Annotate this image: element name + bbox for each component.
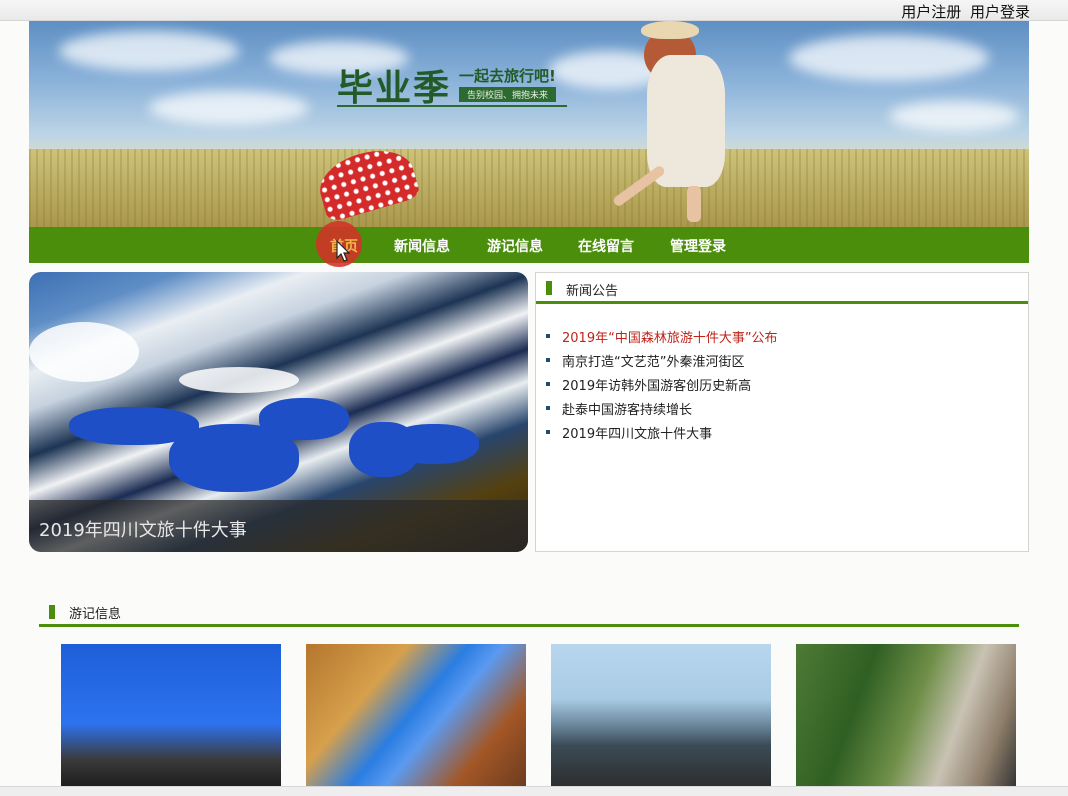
nav-item-message[interactable]: 在线留言 — [578, 236, 634, 256]
girl-leg — [687, 186, 701, 222]
banner-cloud — [789, 35, 989, 81]
news-panel: 新闻公告 2019年“中国森林旅游十件大事”公布 南京打造“文艺范”外秦淮河街区… — [535, 272, 1029, 552]
logo-main-text: 毕业季 — [337, 67, 452, 109]
travel-thumbnail[interactable] — [61, 644, 281, 789]
hero-slideshow[interactable]: 2019年四川文旅十件大事 — [29, 272, 528, 552]
travel-thumbnail[interactable] — [551, 644, 771, 789]
travel-thumbnail[interactable] — [306, 644, 526, 789]
news-item[interactable]: 2019年四川文旅十件大事 — [546, 423, 778, 447]
logo-tagline: 告别校园、拥抱未来 — [459, 87, 557, 102]
news-list: 2019年“中国森林旅游十件大事”公布 南京打造“文艺范”外秦淮河街区 2019… — [546, 327, 778, 447]
nav-item-admin-login[interactable]: 管理登录 — [670, 236, 726, 256]
hero-lake — [259, 398, 349, 440]
nav-item-news[interactable]: 新闻信息 — [394, 236, 450, 256]
banner-logo: 毕业季 一起去旅行吧! 告别校园、拥抱未来 — [337, 59, 587, 119]
logo-sub-text: 一起去旅行吧! — [459, 67, 556, 85]
news-panel-title: 新闻公告 — [566, 284, 619, 299]
login-link[interactable]: 用户登录 — [970, 3, 1030, 21]
news-item[interactable]: 赴泰中国游客持续增长 — [546, 399, 778, 423]
hero-snow — [179, 367, 299, 393]
travel-section-title: 游记信息 — [69, 607, 122, 622]
banner-grass — [29, 149, 1029, 227]
header-banner: 毕业季 一起去旅行吧! 告别校园、拥抱未来 — [29, 21, 1029, 227]
hero-caption[interactable]: 2019年四川文旅十件大事 — [39, 516, 247, 542]
hero-snow — [29, 322, 139, 382]
register-link[interactable]: 用户注册 — [901, 3, 961, 21]
top-links: 用户注册 用户登录 — [897, 1, 1030, 22]
news-item[interactable]: 2019年访韩外国游客创历史新高 — [546, 375, 778, 399]
news-panel-header: 新闻公告 — [536, 273, 1028, 304]
logo-underline — [337, 105, 567, 107]
nav-item-travel[interactable]: 游记信息 — [487, 236, 543, 256]
main-nav: 首页 新闻信息 游记信息 在线留言 管理登录 — [29, 221, 1029, 267]
travel-section-header: 游记信息 — [39, 600, 1019, 627]
hero-lake — [389, 424, 479, 464]
section-marker — [49, 605, 55, 619]
section-marker — [546, 281, 552, 295]
news-item[interactable]: 南京打造“文艺范”外秦淮河街区 — [546, 351, 778, 375]
news-item[interactable]: 2019年“中国森林旅游十件大事”公布 — [546, 327, 778, 351]
mouse-cursor-icon — [336, 240, 351, 262]
girl-hat — [641, 21, 699, 39]
banner-cloud — [889, 101, 1019, 131]
travel-thumbnail[interactable] — [796, 644, 1016, 789]
top-bar: 用户注册 用户登录 — [0, 0, 1068, 21]
banner-cloud — [149, 91, 309, 125]
banner-cloud — [59, 31, 239, 71]
